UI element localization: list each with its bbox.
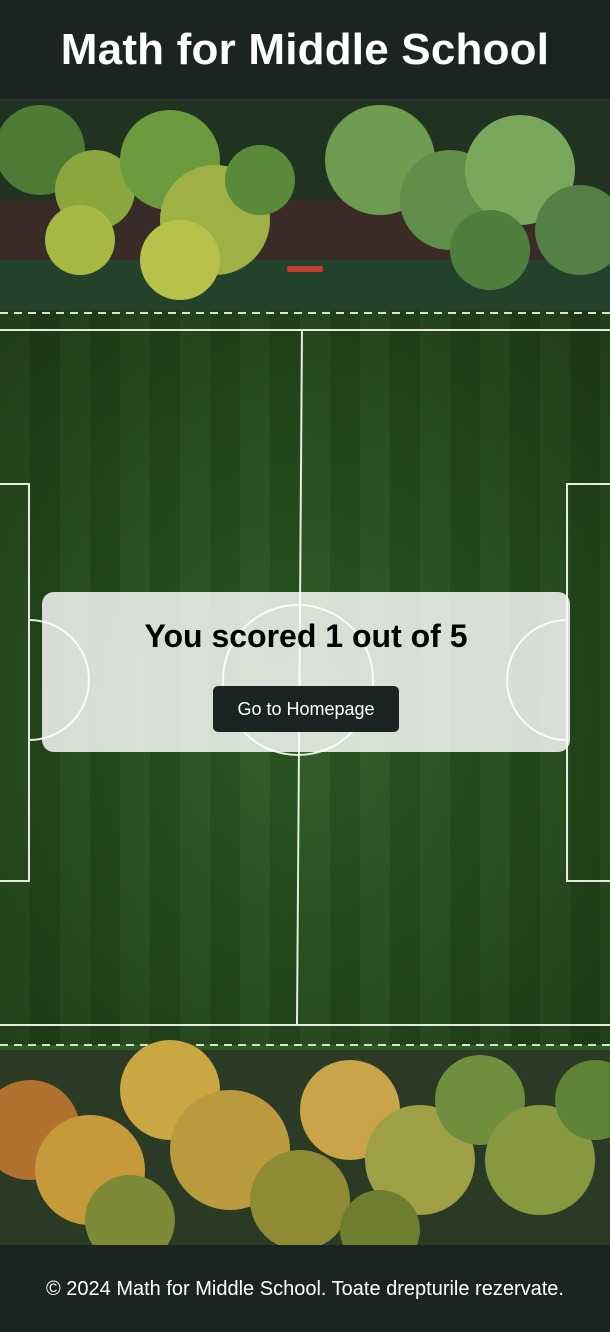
site-footer: © 2024 Math for Middle School. Toate dre… xyxy=(0,1245,610,1332)
site-title: Math for Middle School xyxy=(60,24,550,74)
copyright-text: © 2024 Math for Middle School. Toate dre… xyxy=(46,1277,564,1300)
quiz-result-card: You scored 1 out of 5 Go to Homepage xyxy=(42,592,570,752)
site-header: Math for Middle School xyxy=(0,0,610,100)
go-to-homepage-button[interactable]: Go to Homepage xyxy=(213,686,399,732)
score-text: You scored 1 out of 5 xyxy=(144,618,468,654)
